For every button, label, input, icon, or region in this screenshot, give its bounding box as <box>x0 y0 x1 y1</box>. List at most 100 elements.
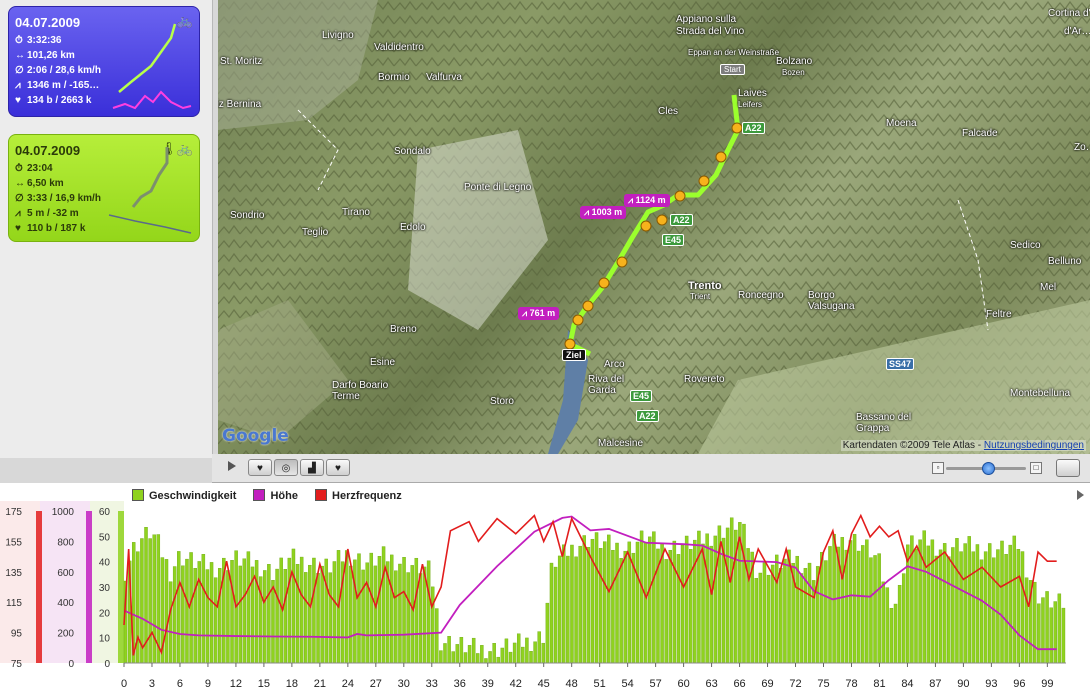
speed-bar <box>959 551 963 664</box>
place-label: Edolo <box>400 222 426 233</box>
speed-bar <box>308 564 312 664</box>
x-tick-label: 27 <box>370 678 382 690</box>
speed-bar <box>496 656 500 664</box>
speed-bar <box>684 535 689 664</box>
road-shield: A22 <box>636 410 659 422</box>
speed-bar <box>938 549 943 664</box>
speed-bar <box>754 578 759 664</box>
x-tick-label: 15 <box>258 678 270 690</box>
speed-bar <box>537 631 541 664</box>
workout-card[interactable]: 04.07.2009 🌡🚲 ⏱ 23:04 ↔ 6,50 km ∅ 3:33 / 16… <box>8 134 200 242</box>
place-label: Malcesine <box>598 438 644 449</box>
speed-bar <box>729 517 734 664</box>
place-label: Bozen <box>782 68 805 77</box>
google-logo[interactable]: Google <box>222 426 289 446</box>
play-icon[interactable] <box>228 461 236 471</box>
x-tick-label: 93 <box>985 678 997 690</box>
legend-speed[interactable]: Geschwindigkeit <box>132 489 236 502</box>
speed-bar <box>209 562 214 664</box>
speed-axis-tick: 10 <box>99 634 111 645</box>
start-marker[interactable]: Start <box>720 64 745 75</box>
expand-arrow-icon[interactable] <box>1077 490 1084 500</box>
place-label: Arco <box>604 359 625 370</box>
x-tick-label: 45 <box>538 678 550 690</box>
elevation-axis-tick: 600 <box>57 568 74 579</box>
speed-bar <box>693 539 697 664</box>
speed-bar <box>545 602 550 664</box>
elevation-badge[interactable]: ⩘ 761 m <box>518 307 560 320</box>
speed-bar <box>1033 581 1037 664</box>
speed-bar <box>471 637 476 664</box>
speed-bar <box>381 546 386 664</box>
speed-bar <box>1037 603 1041 664</box>
speed-axis-tick: 0 <box>104 659 110 670</box>
speed-bar <box>672 540 677 664</box>
speed-bar <box>877 553 881 664</box>
x-tick-label: 30 <box>398 678 410 690</box>
speed-bar <box>1061 607 1066 664</box>
place-label: Bassano del Grappa <box>856 412 912 434</box>
speed-bar <box>369 552 374 664</box>
speed-bar <box>316 573 320 664</box>
place-label: Appiano sulla Strada del Vino <box>676 14 745 37</box>
speed-bar <box>967 536 971 664</box>
speed-bar <box>1020 551 1025 664</box>
stopwatch-icon: ⏱ <box>15 163 23 174</box>
x-tick-label: 42 <box>510 678 522 690</box>
chart-legend: Geschwindigkeit Höhe Herzfrequenz <box>132 489 416 502</box>
finish-marker[interactable]: Ziel <box>562 349 586 361</box>
x-tick-label: 51 <box>594 678 606 690</box>
place-label: Valdidentro <box>374 42 424 53</box>
x-tick-label: 84 <box>901 678 913 690</box>
speed-bar <box>930 539 935 664</box>
speed-value: 2:06 / 28,6 km/h <box>27 65 101 76</box>
zoom-slider-knob[interactable] <box>982 462 995 475</box>
speed-bar <box>324 558 328 664</box>
route-thumbnail <box>108 147 192 234</box>
speed-bar <box>987 543 992 664</box>
speed-bar <box>697 530 701 664</box>
speed-bar <box>598 548 603 664</box>
elevation-badge[interactable]: ⩘ 1003 m <box>580 206 627 219</box>
speed-bar <box>398 563 402 664</box>
elevation-icon: ⩘ <box>522 308 530 318</box>
road-shield: SS47 <box>886 358 915 370</box>
zoom-in-icon[interactable]: □ <box>1030 462 1042 474</box>
route-map[interactable]: Livigno Valdidentro St. Moritz Bormio Va… <box>218 0 1090 454</box>
x-tick-label: 69 <box>761 678 773 690</box>
legend-heart-rate[interactable]: Herzfrequenz <box>315 489 402 502</box>
place-label: Laives <box>738 88 767 99</box>
heart-value: 134 b / 2663 k <box>27 95 92 106</box>
average-icon: ∅ <box>15 65 24 76</box>
speed-bar <box>443 643 447 664</box>
speed-bar <box>828 546 832 664</box>
speed-bar <box>299 556 304 664</box>
map-view-icon[interactable]: ♥ <box>326 459 350 476</box>
fullscreen-icon[interactable] <box>1056 459 1080 477</box>
speed-bar <box>1045 591 1049 664</box>
stopwatch-icon: ⏱ <box>15 35 23 46</box>
lap-view-icon[interactable]: ◎ <box>274 459 298 476</box>
zoom-out-icon[interactable]: ▫ <box>932 462 944 474</box>
x-tick-label: 12 <box>230 678 242 690</box>
elevation-view-icon[interactable]: ▟ <box>300 459 324 476</box>
workout-chart[interactable]: 75 95 115 135 155 175 0 200 400 600 800 1000 0 10 20 30… <box>0 483 1090 696</box>
place-label: Darfo Boario Terme <box>332 380 389 402</box>
elevation-badge[interactable]: ⩘ 1124 m <box>624 194 670 207</box>
heart-axis-tick: 175 <box>5 507 22 518</box>
speed-bar <box>414 557 419 664</box>
speed-bar <box>975 544 980 664</box>
x-tick-label: 57 <box>649 678 661 690</box>
workout-card-selected[interactable]: 04.07.2009 🚲 ⏱ 3:32:36 ↔ 101,26 km ∅ 2:06 /… <box>8 6 200 117</box>
duration-value: 3:32:36 <box>27 35 62 46</box>
legend-elevation[interactable]: Höhe <box>253 489 298 502</box>
terms-link[interactable]: Nutzungsbedingungen <box>984 440 1084 451</box>
speed-bar <box>586 547 591 664</box>
heart-view-icon[interactable]: ♥ <box>248 459 272 476</box>
speed-bar <box>942 543 947 664</box>
speed-bar <box>955 538 959 664</box>
elevation-icon: ⩘ <box>584 207 592 217</box>
speed-bar <box>275 568 279 664</box>
speed-bar <box>525 637 529 664</box>
speed-bar <box>856 550 861 664</box>
